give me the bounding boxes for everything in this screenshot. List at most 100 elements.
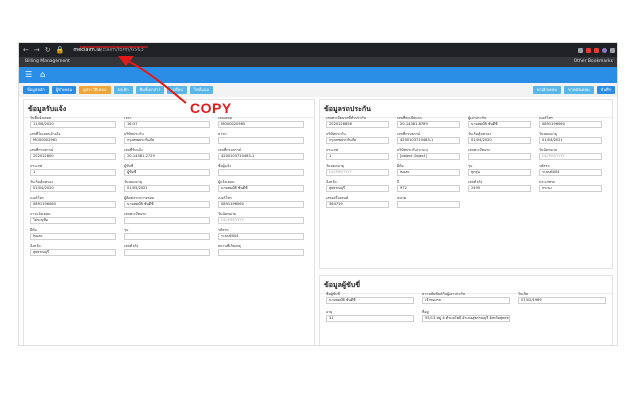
field-input[interactable]: 55/13 หมู่ 4 ตำบลโพธิ์ อำเภอสุพรรณบุรี จ… [422,315,510,322]
toolbar-right-button-2[interactable]: บันทึก [596,86,615,94]
extension-icon[interactable] [586,47,591,53]
field-input[interactable]: 01/04/2020 [30,185,116,192]
field-input[interactable] [218,137,304,144]
form-field: สาขา [218,132,304,144]
field-input[interactable]: ระบบ6004 [218,233,304,240]
field-input[interactable]: MO00020565 [218,121,304,128]
toolbar-button-2[interactable]: ดูประวัติเคลม [79,86,111,94]
left-panel: ข้อมูลรับแจ้ง วันที่แจ้งเคลม 11/06/2020 เว… [23,99,315,345]
field-input[interactable]: 972 [397,185,460,192]
field-input[interactable]: 0891196060 [539,121,602,128]
field-input[interactable]: DD/MM/YYYY [218,217,304,224]
form-field: ผู้แจ้งเคลม นายสมบัติ ชันดีชี [218,180,304,192]
field-input[interactable]: 2495 [468,185,531,192]
field-input[interactable]: สุพรรณบุรี [30,249,116,256]
field-input[interactable]: นายสมบัติ ชันดีชี [326,297,414,304]
toolbar-button-0[interactable]: ข้อมูลหลัก [23,86,49,94]
lock-icon: 🔒 [55,46,65,54]
field-input[interactable]: ทุกรุ่น [468,169,531,176]
field-input[interactable]: เจ้าของรถ [422,297,510,304]
toolbar-button-3[interactable]: ยกเลิก [113,86,133,94]
toolbar-button-6[interactable]: ไฟล์แนบ [189,86,214,94]
field-input[interactable]: 4200103710483-1 [218,153,304,160]
field-input[interactable]: 364719 [326,201,389,208]
field-input[interactable] [218,169,304,176]
field-input[interactable]: DD/MM/YYYY [539,153,602,160]
field-input[interactable]: 07/02/1989 [518,297,606,304]
form-field: เลขเคลม MO00020565 [218,116,304,128]
form-field: ยี่ห้อ Isuzu [30,228,116,240]
form-field: วันเกิด 07/02/1989 [518,292,606,304]
hamburger-menu-icon[interactable]: ☰ [25,67,32,83]
field-input[interactable]: Isuzu [30,233,116,240]
address-bar[interactable]: meclaim.ia/claim/form/6563 [73,46,143,55]
field-input[interactable]: กระบะ [539,185,602,192]
field-input[interactable]: 01/05/2021 [124,185,210,192]
forward-icon[interactable]: → [34,43,40,57]
back-icon[interactable]: ← [23,43,29,57]
form-field: บริษัทประกัน กรุงเทพประกันภัย [124,132,210,144]
field-input[interactable]: ไม่ระบุชื่อ [30,217,116,224]
bookmarks-bar: Billing Management Other Bookmarks [19,57,617,67]
field-input[interactable]: 16:37 [124,121,210,128]
toolbar-right-group: ยกเลิกเคลม ขาดต่อเคลม บันทึก [532,86,615,94]
home-icon[interactable]: ⌂ [40,67,45,83]
toolbar-right-button-1[interactable]: ขาดต่อเคลม [563,86,594,94]
other-bookmarks[interactable]: Other Bookmarks [574,57,613,67]
field-input[interactable] [124,217,210,224]
bookmark-item[interactable]: Billing Management [25,57,70,67]
field-input[interactable]: 01/04/2021 [539,137,602,144]
field-input[interactable]: กรุงเทพประกันภัย [326,137,389,144]
toolbar-right-button-0[interactable]: ยกเลิกเคลม [532,86,561,94]
form-field: จังหวัด สุพรรณบุรี [326,180,389,192]
form-field: ชื่อผู้ขับขี่ นายสมบัติ ชันดีชี [326,292,414,304]
toolbar-button-4[interactable]: พิมพ์เอกสาร [135,86,165,94]
field-input[interactable]: 20-14381-2729 [124,153,210,160]
field-input[interactable]: 1 [30,169,116,176]
form-field: ความสัมพันธ์กับผู้เอาประกัน เจ้าของรถ [422,292,510,304]
field-input[interactable]: นายสมบัติ ชันดีชี [124,201,210,208]
field-input[interactable]: ระบบ6004 [539,169,602,176]
field-input[interactable]: กรุงเทพประกันภัย [124,137,210,144]
field-input[interactable]: 0891196060 [30,201,116,208]
form-field: ชื่อผู้แจ้ง [218,164,304,176]
field-input[interactable]: นายสมบัติ ชันดีชี [468,121,531,128]
form-field: การแจ้งเคลม ไม่ระบุชื่อ [30,212,116,224]
field-input[interactable] [468,153,531,160]
toolbar-button-1[interactable]: ผู้ทำเคลม [51,86,77,94]
toolbar-button-5[interactable]: เปลี่ยน [167,86,187,94]
field-input[interactable] [218,249,304,256]
field-input[interactable]: DD/MM/YYYY [326,169,389,176]
extension-icon[interactable] [578,47,583,53]
field-input[interactable]: 20-14381-8789 [397,121,460,128]
field-input[interactable]: 202012800 [30,153,116,160]
field-input[interactable]: 4200103710483-1 [397,137,460,144]
extension-icon[interactable] [594,47,599,53]
field-input[interactable]: ผู้ขับขี่ [124,169,210,176]
app-header: ☰ ⌂ [19,67,617,83]
field-input[interactable]: นายสมบัติ ชันดีชี [218,185,304,192]
form-field: เวลา 16:37 [124,116,210,128]
field-input[interactable]: [object Object] [397,153,460,160]
field-input[interactable]: 11/06/2020 [30,121,116,128]
reload-icon[interactable]: ↻ [45,43,51,57]
field-input[interactable]: 2020128656 [326,121,389,128]
field-input[interactable]: สุพรรณบุรี [326,185,389,192]
field-input[interactable]: 31 [326,315,414,322]
field-input[interactable]: Isuzu [397,169,460,176]
form-field: วันหมดอายุ DD/MM/YYYY [326,164,389,176]
form-field: เลขทะเบียนรถที่ทำประกัน 2020128656 [326,116,389,128]
field-input[interactable]: 01/04/2020 [468,137,531,144]
field-input[interactable] [124,233,210,240]
form-field: จังหวัด สุพรรณบุรี [30,244,116,256]
url-path: /claim/form/6563 [100,46,144,53]
field-input[interactable]: 1 [326,153,389,160]
form-field: สถานที่เกิดเหตุ [218,244,304,256]
field-input[interactable]: MO00002961 [30,137,116,144]
profile-icon[interactable] [602,47,607,53]
field-input[interactable] [124,249,210,256]
menu-icon[interactable] [610,47,615,53]
field-input[interactable] [397,201,460,208]
field-input[interactable]: 0891196060 [218,201,304,208]
form-field: เลขที่กรมธรรม์ 4200103710483-1 [218,148,304,160]
